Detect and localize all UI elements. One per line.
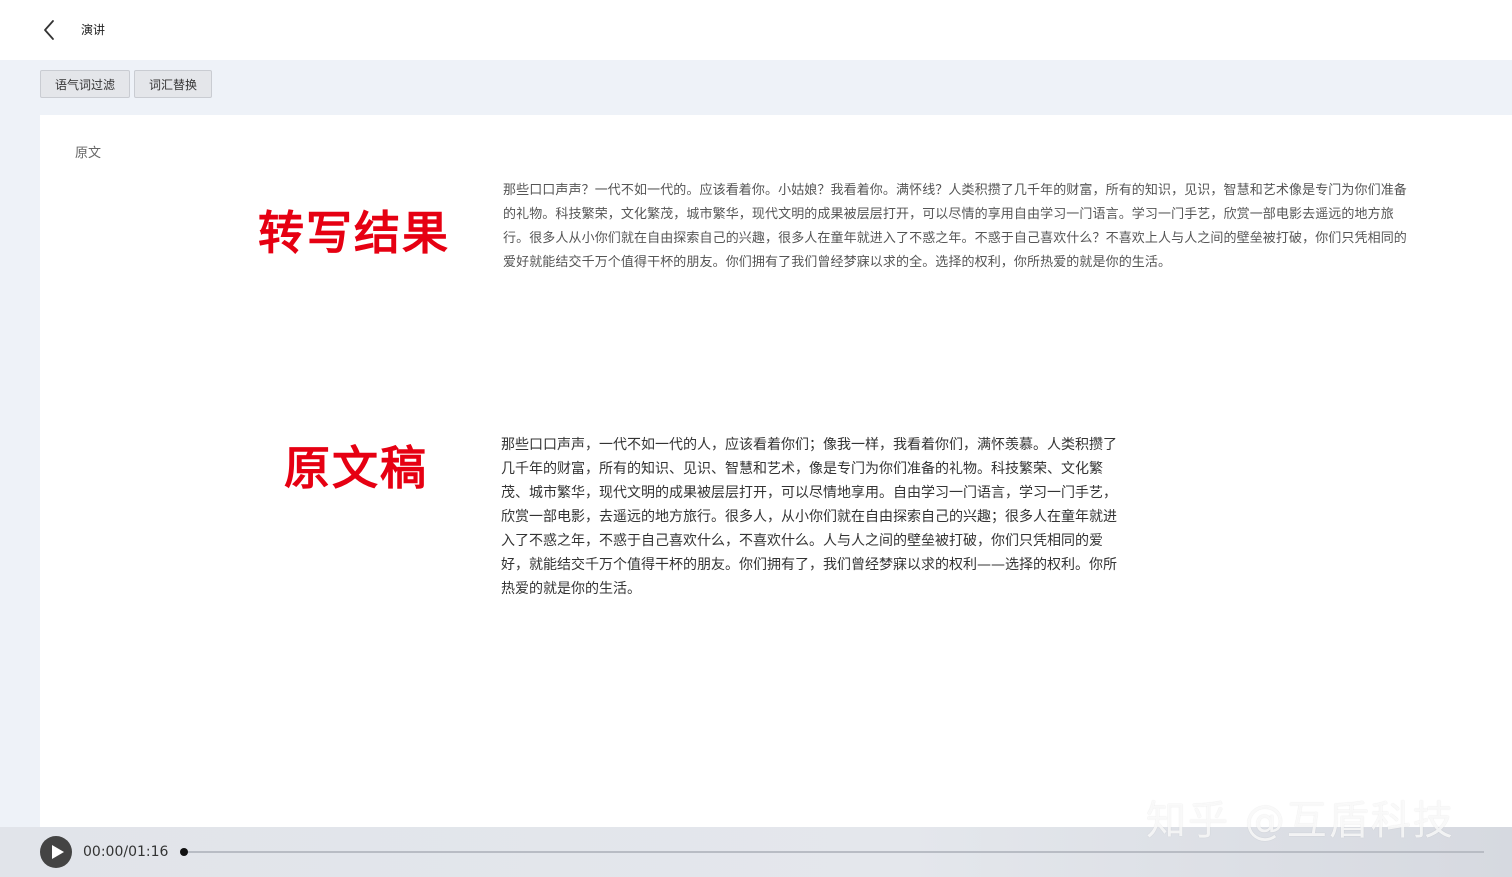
back-button[interactable] [36,16,64,44]
watermark: 知乎 @互盾科技 [1146,798,1455,844]
page-title: 演讲 [81,23,106,37]
toolbar: 语气词过滤 词汇替换 [40,70,213,100]
transcript-text: 那些口口声声？一代不如一代的。应该看着你。小姑娘？我看着你。满怀线？人类积攒了几… [503,183,1407,270]
playback-time: 00:00/01:16 [83,844,169,860]
filter-filler-words-button[interactable]: 语气词过滤 [40,70,131,98]
play-button[interactable] [40,836,72,868]
play-icon [52,845,64,859]
transcript-annotation: 转写结果 [258,206,450,260]
progress-handle[interactable] [180,848,188,856]
content-panel: 原文 转写结果 那些口口声声？一代不如一代的。应该看着你。小姑娘？我看着你。满怀… [40,115,1512,827]
progress-track[interactable] [184,851,1484,853]
original-text: 那些口口声声，一代不如一代的人，应该看着你们；像我一样，我看着你们，满怀羡慕。人… [501,437,1117,597]
vocabulary-replace-button[interactable]: 词汇替换 [134,70,213,98]
original-annotation: 原文稿 [284,441,428,495]
chevron-left-icon [44,20,54,40]
header-bar: 演讲 [0,0,1512,60]
section-label: 原文 [75,146,102,161]
